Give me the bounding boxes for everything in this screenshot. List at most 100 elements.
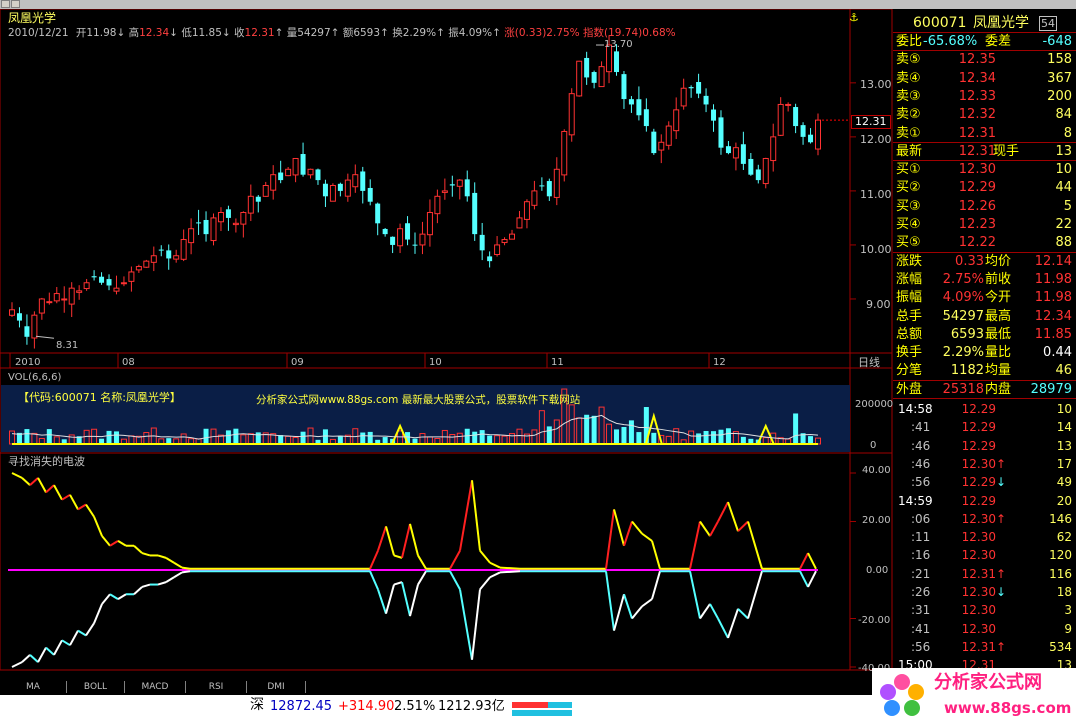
candle-body	[696, 82, 702, 94]
candle-body	[217, 212, 224, 223]
indicator-lower-line	[717, 618, 729, 639]
indicator-lower-line	[459, 589, 473, 660]
indicator-upper-line	[101, 535, 111, 547]
indicator-lower-line	[471, 589, 481, 660]
volume-bar	[367, 431, 373, 444]
candle-body	[509, 233, 516, 240]
tick-time: :11	[911, 530, 931, 545]
date-axis-09: 09	[291, 357, 304, 368]
tick-price: 12.30	[961, 603, 996, 618]
buy-label: 买④	[896, 217, 921, 232]
indicator-lower-line	[499, 570, 521, 574]
volume-bar	[621, 427, 627, 444]
stat-row: 涨跌 0.33 均价 12.14	[893, 253, 1076, 271]
buy-vol: 10	[1055, 162, 1072, 178]
stat-value-1: 54297	[942, 308, 984, 324]
volume-bar	[584, 414, 590, 444]
indicator-lower-line	[69, 630, 79, 646]
volume-bar	[793, 413, 799, 444]
chart-area[interactable]	[0, 9, 893, 680]
tick-row: :56 12.31 534 ↑	[893, 638, 1076, 656]
toolbar-button-1[interactable]	[1, 0, 10, 8]
indicator-lower-line	[109, 593, 119, 600]
stat-row: 换手 2.29% 量比 0.44	[893, 344, 1076, 362]
tab-ma[interactable]: MA	[0, 681, 67, 693]
quote-divider	[893, 398, 1076, 399]
sell-row: 卖① 12.31 8	[893, 125, 1076, 143]
candle-body	[434, 195, 441, 215]
indicator-upper-line	[133, 545, 143, 554]
indicator-upper-line	[173, 561, 183, 569]
candle-body	[658, 141, 665, 151]
volume-bar	[300, 431, 306, 444]
indicator-upper-line	[631, 520, 643, 535]
candle-body	[614, 51, 619, 73]
tick-time: :21	[911, 566, 931, 581]
volume-bar	[808, 436, 814, 444]
candle-body	[225, 209, 231, 218]
candle-body	[68, 287, 75, 305]
tick-price: 12.29	[961, 402, 996, 416]
candle-body	[688, 87, 694, 89]
sell-label: 卖②	[896, 107, 921, 123]
volume-bar	[740, 436, 746, 444]
indicator-upper-line	[489, 561, 501, 569]
volume-axis-200000: 200000	[855, 399, 894, 410]
indicator-upper-line	[165, 557, 175, 564]
candle-body	[83, 282, 90, 290]
tab-dmi[interactable]: DMI	[247, 681, 306, 693]
candle-body	[732, 147, 739, 159]
status-up-bar	[512, 702, 548, 708]
candle-body	[31, 314, 38, 339]
candle-body	[322, 183, 328, 197]
tab-boll[interactable]: BOLL	[67, 681, 125, 693]
candle-body	[315, 169, 321, 181]
status-down-bar	[548, 702, 572, 708]
date-axis-12: 12	[713, 357, 726, 368]
tick-time: 14:58	[898, 402, 933, 416]
tick-vol: 49	[1056, 475, 1072, 490]
tick-vol: 10	[1056, 402, 1072, 416]
price-axis-12: 12.00	[860, 133, 892, 146]
tab-rsi[interactable]: RSI	[186, 681, 247, 693]
period-label[interactable]: 日线	[858, 356, 880, 369]
info-high-label: 高	[128, 27, 140, 39]
stat-value-1: 2.29%	[942, 345, 984, 361]
quote-code: 600071	[913, 15, 967, 31]
buy-row: 买⑤ 12.22 88	[893, 234, 1076, 252]
neipan-value: 28979	[1030, 381, 1072, 397]
indicator-lower-line	[157, 581, 167, 586]
stat-value-1: 1182	[950, 363, 984, 379]
xianshou-value: 13	[1055, 143, 1072, 159]
candle-body	[375, 203, 381, 224]
anchor-icon[interactable]: ⚓	[849, 11, 859, 24]
tab-macd[interactable]: MACD	[125, 681, 186, 693]
volume-bar	[337, 435, 343, 444]
candle-body	[352, 174, 359, 188]
toolbar-button-2[interactable]	[11, 0, 20, 8]
latest-price: 12.31	[958, 143, 996, 159]
tick-vol: 3	[1064, 603, 1072, 618]
sell-label: 卖⑤	[896, 52, 921, 68]
candle-body	[808, 134, 814, 143]
info-turn: 2.29%	[402, 27, 437, 39]
min-marker-line	[35, 335, 55, 339]
indicator-lower-line	[727, 608, 739, 639]
buy-row: 买④ 12.23 22	[893, 216, 1076, 234]
indicator-lower-line	[449, 570, 461, 590]
info-low: 11.85	[191, 27, 222, 39]
status-market: 深	[250, 697, 264, 713]
info-open-label: 开	[75, 27, 87, 39]
indicator-upper-line	[85, 503, 95, 518]
candle-body	[561, 130, 568, 176]
indicator-upper-line	[623, 521, 633, 547]
tick-time: :46	[911, 438, 931, 453]
sell-vol: 84	[1055, 107, 1072, 123]
volume-bar	[233, 428, 239, 444]
candle-body	[800, 125, 806, 137]
volume-axis-0: 0	[870, 440, 877, 451]
candle-body	[262, 185, 269, 197]
tick-time: :56	[911, 475, 931, 490]
indicator-lower-line	[613, 593, 625, 631]
sell-row: 卖④ 12.34 367	[893, 70, 1076, 88]
